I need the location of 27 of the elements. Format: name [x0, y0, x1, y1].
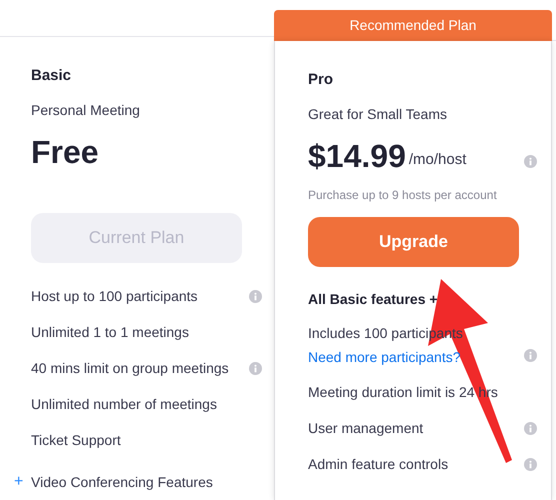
feature-text: Unlimited number of meetings [31, 394, 217, 414]
plan-price: Free [31, 133, 99, 172]
info-icon[interactable] [524, 155, 537, 168]
price-unit: /mo/host [408, 150, 466, 170]
plan-name: Basic [31, 66, 72, 86]
recommended-banner: Recommended Plan [274, 10, 552, 41]
section-toggle[interactable]: Video Conferencing Features [31, 472, 213, 492]
expand-icon[interactable]: + [14, 474, 23, 490]
info-icon[interactable] [249, 362, 262, 374]
feature-text: User management [308, 418, 424, 438]
plan-price: $14.99 [308, 137, 406, 176]
feature-text: Ticket Support [31, 430, 121, 450]
plan-name: Pro [308, 70, 334, 90]
info-icon[interactable] [524, 422, 537, 434]
feature-text: 40 mins limit on group meetings [31, 358, 229, 378]
more-participants-link[interactable]: Need more participants? [308, 347, 463, 368]
info-icon[interactable] [524, 458, 537, 470]
upgrade-button[interactable]: Upgrade [308, 217, 519, 267]
feature-text: Unlimited 1 to 1 meetings [31, 322, 189, 342]
feature-heading: All Basic features + [308, 290, 438, 308]
plan-tagline: Personal Meeting [31, 101, 141, 120]
plan-note: Purchase up to 9 hosts per account [308, 187, 497, 204]
plan-tagline: Great for Small Teams [308, 105, 448, 124]
info-icon[interactable] [524, 349, 537, 362]
feature-text: Admin feature controls [308, 454, 448, 474]
feature-text: Host up to 100 participants [31, 286, 198, 306]
info-icon[interactable] [249, 290, 262, 302]
